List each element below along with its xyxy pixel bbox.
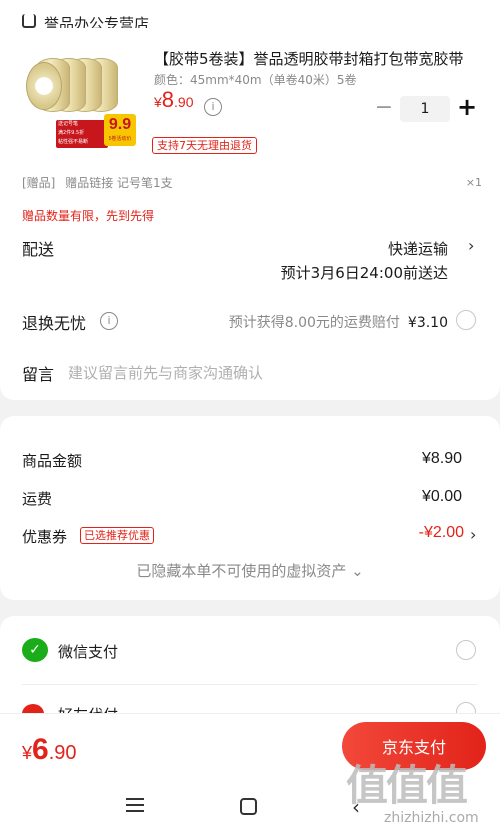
quantity-input[interactable]: 1	[400, 96, 450, 122]
hidden-assets-toggle[interactable]: 已隐藏本单不可使用的虚拟资产 ⌄	[0, 560, 500, 581]
price-info-icon[interactable]: i	[204, 98, 222, 116]
store-icon	[22, 14, 36, 28]
total-price: ¥6.90	[22, 733, 77, 766]
gift-tag: [赠品]	[22, 176, 56, 190]
note-label: 留言	[22, 365, 55, 384]
product-spec: 颜色：45mm*40m（单卷40米）5卷	[154, 73, 357, 87]
chevron-right-icon[interactable]: ›	[470, 525, 476, 544]
watermark-url: zhizhizhi.com	[384, 810, 479, 826]
promo-badge-price: 9.9 5卷活动价	[104, 114, 136, 146]
home-icon[interactable]	[240, 798, 257, 815]
note-input[interactable]	[68, 364, 448, 382]
return-service-price: ¥3.10	[407, 315, 448, 331]
gift-row: [赠品] 赠品链接 记号笔1支 ×1	[22, 174, 482, 191]
store-header[interactable]: 誉品办公专营店	[22, 14, 149, 28]
gift-description: 赠品链接 记号笔1支	[65, 176, 173, 190]
return-service-label: 退换无忧	[22, 314, 87, 333]
gift-quantity: ×1	[465, 176, 482, 189]
coupon-tag: 已选推荐优惠	[80, 527, 154, 544]
return-service-radio[interactable]	[456, 310, 476, 330]
promo-badge-red: 送记号笔 满2件9.5折 粘性强不易断	[56, 120, 108, 148]
delivery-eta: 预计3月6日24:00前送达	[280, 264, 448, 282]
return-policy-tag: 支持7天无理由退货	[152, 137, 257, 154]
shipping-value: ¥0.00	[421, 488, 462, 505]
goods-amount-value: ¥8.90	[421, 450, 462, 467]
quantity-decrease-button[interactable]: −	[374, 95, 394, 120]
tape-roll-face	[26, 62, 62, 110]
wechat-pay-icon: ✓	[22, 638, 48, 662]
product-price: ¥8.90	[154, 87, 194, 112]
divider	[22, 684, 478, 685]
wechat-pay-label[interactable]: 微信支付	[58, 641, 118, 662]
quantity-increase-button[interactable]: +	[456, 93, 478, 121]
delivery-label: 配送	[22, 240, 55, 259]
gift-warning: 赠品数量有限，先到先得	[22, 209, 155, 223]
store-name: 誉品办公专营店	[44, 15, 150, 29]
wechat-pay-radio[interactable]	[456, 640, 476, 660]
delivery-method[interactable]: 快递运输	[388, 238, 448, 259]
watermark-logo: 值值值	[346, 761, 468, 810]
product-thumbnail[interactable]: 送记号笔 满2件9.5折 粘性强不易断 9.9 5卷活动价	[22, 40, 142, 152]
product-title[interactable]: 【胶带5卷装】誉品透明胶带封箱打包带宽胶带	[154, 48, 484, 69]
menu-icon[interactable]	[126, 798, 144, 816]
chevron-right-icon[interactable]: ›	[468, 236, 474, 255]
return-service-description: 预计获得8.00元的运费赔付 ¥3.10	[228, 315, 448, 331]
info-icon[interactable]: i	[100, 312, 118, 330]
shipping-row: 运费 ¥0.00	[22, 488, 462, 508]
goods-amount-row: 商品金额 ¥8.90	[22, 450, 462, 470]
coupon-value[interactable]: -¥2.00	[419, 524, 464, 542]
